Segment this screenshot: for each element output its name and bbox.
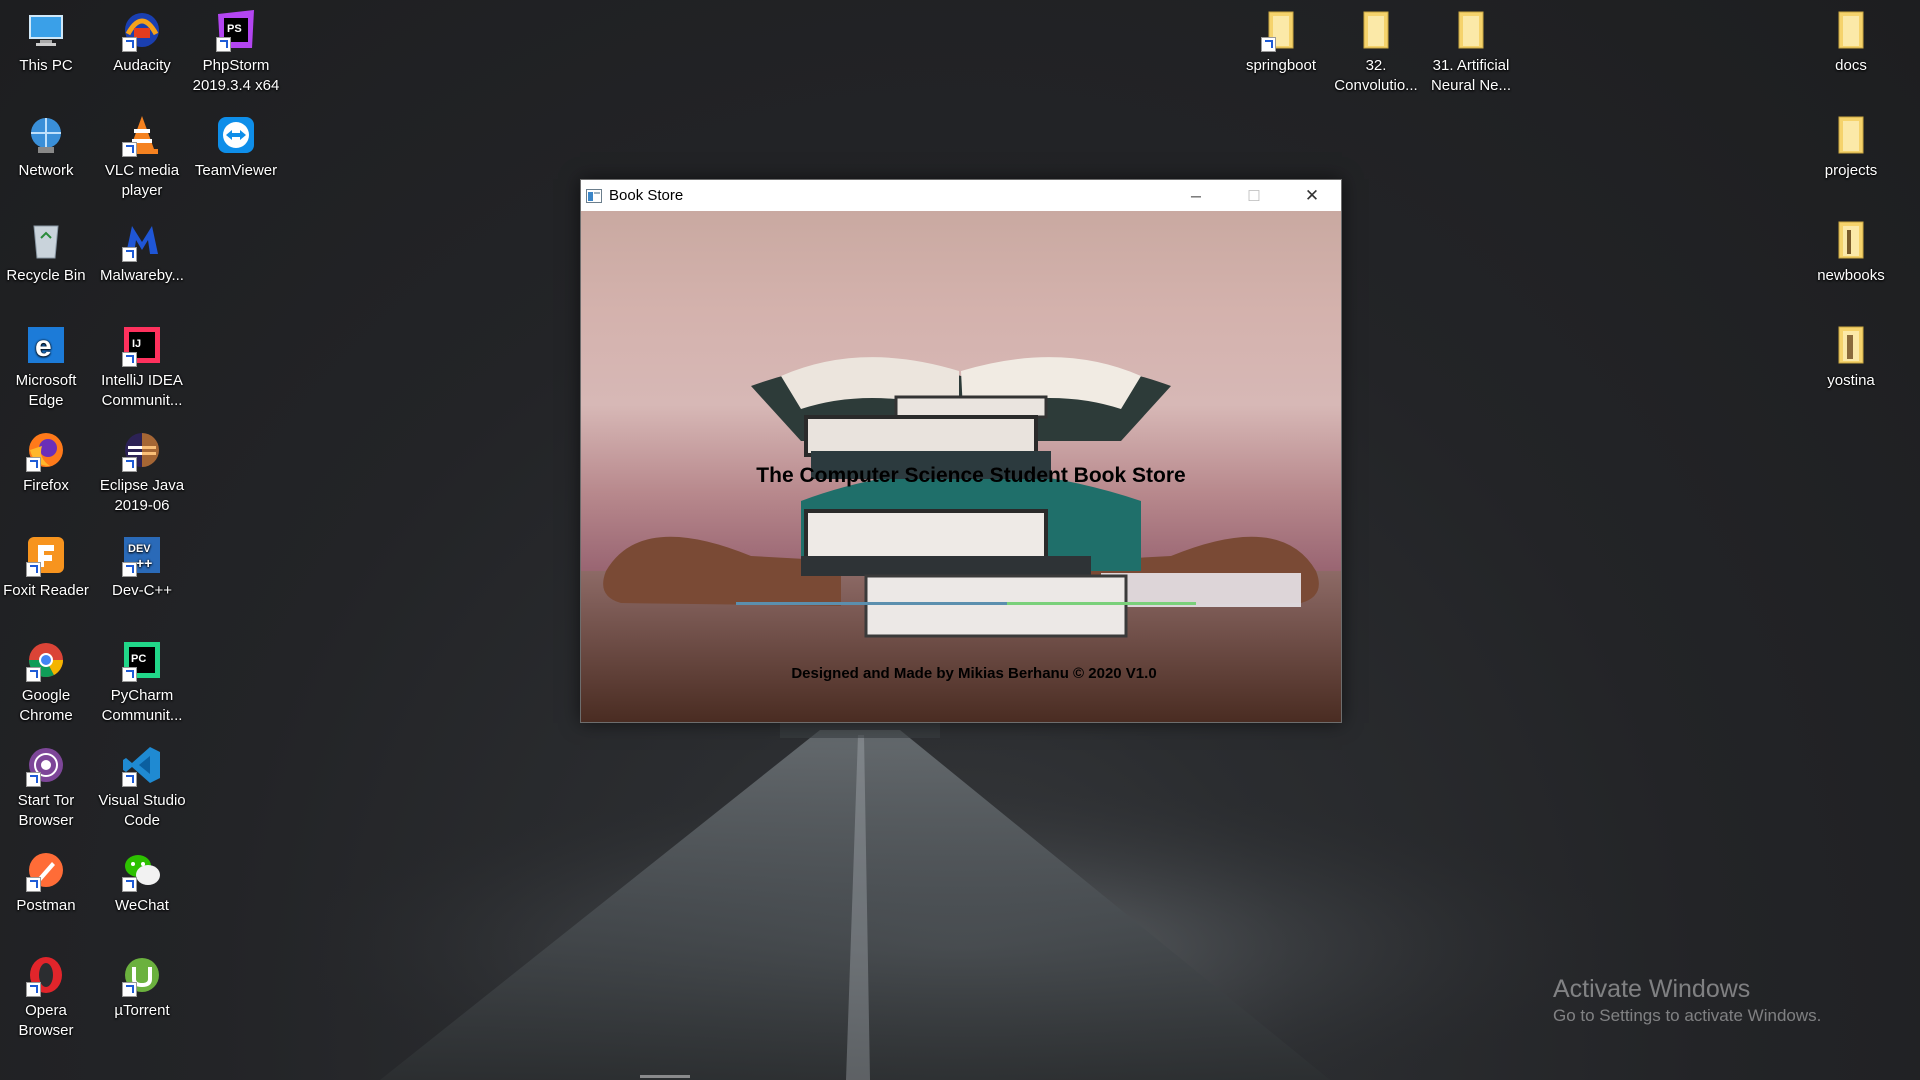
desktop-icon-label: Dev-C++ <box>111 582 173 599</box>
minimize-button[interactable]: ─ <box>1167 180 1225 211</box>
app-window-icon <box>586 188 602 203</box>
progress-fill <box>736 602 1008 605</box>
desktop-icon-recycle-bin[interactable]: Recycle Bin <box>1 218 91 286</box>
desktop-icon-postman[interactable]: Postman <box>1 848 91 916</box>
desktop-icon-label: docs <box>1835 57 1867 74</box>
svg-text:DEV: DEV <box>128 543 151 555</box>
folder-icon <box>1838 221 1864 259</box>
desktop-icon-label: Start Tor Browser <box>17 792 75 829</box>
desktop-icon-label: PyCharm Communit... <box>101 687 183 724</box>
desktop-icon-utorrent[interactable]: µTorrent <box>97 953 187 1021</box>
activation-watermark-subtitle: Go to Settings to activate Windows. <box>1553 1006 1822 1025</box>
desktop-icon-chrome[interactable]: Google Chrome <box>1 638 91 726</box>
desktop-icon-label: newbooks <box>1817 267 1885 284</box>
desktop-icon-label: yostina <box>1827 372 1875 389</box>
desktop-icon-label: Postman <box>16 897 76 914</box>
desktop-icon-label: projects <box>1824 162 1878 179</box>
desktop-icon-audacity[interactable]: Audacity <box>97 8 187 76</box>
desktop-icon-firefox[interactable]: Firefox <box>1 428 91 496</box>
window-titlebar[interactable]: Book Store ─ ☐ ✕ <box>581 180 1341 211</box>
recycle-bin-icon <box>33 225 59 259</box>
folder-icon <box>1458 11 1484 49</box>
desktop-icon-intellij[interactable]: IJ IntelliJ IDEA Communit... <box>97 323 187 411</box>
splash-screen: The Computer Science Student Book Store … <box>581 211 1341 722</box>
desktop-folder-newbooks[interactable]: newbooks <box>1806 218 1896 286</box>
desktop-icon-this-pc[interactable]: This PC <box>1 8 91 76</box>
desktop-icon-eclipse[interactable]: Eclipse Java 2019-06 <box>97 428 187 516</box>
desktop-icon-network[interactable]: Network <box>1 113 91 181</box>
desktop-icon-label: µTorrent <box>114 1002 170 1019</box>
folder-icon <box>1363 11 1389 49</box>
desktop-folder-yostina[interactable]: yostina <box>1806 323 1896 391</box>
desktop-icon-label: IntelliJ IDEA Communit... <box>101 372 183 409</box>
folder-icon <box>1838 116 1864 154</box>
teamviewer-icon <box>218 117 254 153</box>
desktop-icon-edge[interactable]: e Microsoft Edge <box>1 323 91 411</box>
folder-icon <box>1838 326 1864 364</box>
desktop-icon-wechat[interactable]: WeChat <box>97 848 187 916</box>
desktop-folder-projects[interactable]: projects <box>1806 113 1896 181</box>
desktop-icon-label: PhpStorm 2019.3.4 x64 <box>192 57 280 94</box>
folder-icon <box>1838 11 1864 49</box>
desktop-icon-label: Google Chrome <box>19 687 73 724</box>
desktop-icon-label: Audacity <box>113 57 171 74</box>
desktop-icon-label: This PC <box>19 57 73 74</box>
desktop-icon-pycharm[interactable]: PC PyCharm Communit... <box>97 638 187 726</box>
desktop-icon-label: Malwareby... <box>100 267 184 284</box>
svg-text:IJ: IJ <box>132 338 141 350</box>
desktop-icon-devcpp[interactable]: DEV ++ Dev-C++ <box>97 533 187 601</box>
desktop-icon-label: Opera Browser <box>18 1002 74 1039</box>
desktop-icon-label: 32. Convolutio... <box>1334 57 1418 94</box>
desktop-icon-teamviewer[interactable]: TeamViewer <box>191 113 281 181</box>
svg-text:PC: PC <box>131 653 146 665</box>
desktop-icon-label: Firefox <box>23 477 69 494</box>
desktop-icon-label: springboot <box>1245 57 1317 74</box>
desktop-icon-label: Microsoft Edge <box>15 372 77 409</box>
desktop-icon-tor[interactable]: Start Tor Browser <box>1 743 91 831</box>
activation-watermark-title: Activate Windows <box>1553 975 1751 1003</box>
desktop-icon-label: Eclipse Java 2019-06 <box>99 477 185 514</box>
desktop-icon-label: TeamViewer <box>194 162 278 179</box>
book-store-window: Book Store ─ ☐ ✕ The Computer Science St… <box>580 179 1342 723</box>
desktop-icon-foxit[interactable]: Foxit Reader <box>1 533 91 601</box>
desktop-icon-label: VLC media player <box>104 162 180 199</box>
desktop-icon-label: Network <box>18 162 74 179</box>
desktop-icon-label: Recycle Bin <box>6 267 86 284</box>
desktop-icon-label: WeChat <box>115 897 169 914</box>
svg-text:PS: PS <box>227 23 242 35</box>
svg-text:++: ++ <box>136 555 152 571</box>
desktop-icon-label: 31. Artificial Neural Ne... <box>1430 57 1512 94</box>
edge-icon: e <box>28 327 64 363</box>
credits-footer: Designed and Made by Mikias Berhanu © 20… <box>791 665 1157 682</box>
desktop-icon-opera[interactable]: Opera Browser <box>1 953 91 1041</box>
close-button[interactable]: ✕ <box>1283 180 1341 211</box>
desktop-icon-phpstorm[interactable]: PS PhpStorm 2019.3.4 x64 <box>191 8 281 96</box>
app-title: The Computer Science Student Book Store <box>756 464 1186 487</box>
desktop-folder-springboot[interactable]: springboot <box>1236 8 1326 76</box>
maximize-button[interactable]: ☐ <box>1225 180 1283 211</box>
activation-watermark: Activate Windows Go to Settings to activ… <box>1553 974 1821 1028</box>
svg-text:e: e <box>35 330 52 363</box>
desktop-folder-convolution[interactable]: 32. Convolutio... <box>1331 8 1421 96</box>
desktop-icon-malwarebytes[interactable]: Malwareby... <box>97 218 187 286</box>
desktop-folder-docs[interactable]: docs <box>1806 8 1896 76</box>
desktop-icon-vscode[interactable]: Visual Studio Code <box>97 743 187 831</box>
desktop-icon-vlc[interactable]: VLC media player <box>97 113 187 201</box>
network-icon <box>31 118 61 153</box>
loading-progress-bar <box>736 602 1196 605</box>
desktop-folder-ann[interactable]: 31. Artificial Neural Ne... <box>1426 8 1516 96</box>
window-title: Book Store <box>609 187 684 204</box>
desktop-icon-label: Foxit Reader <box>3 582 89 599</box>
desktop-icon-label: Visual Studio Code <box>98 792 186 829</box>
this-pc-icon <box>29 15 63 46</box>
